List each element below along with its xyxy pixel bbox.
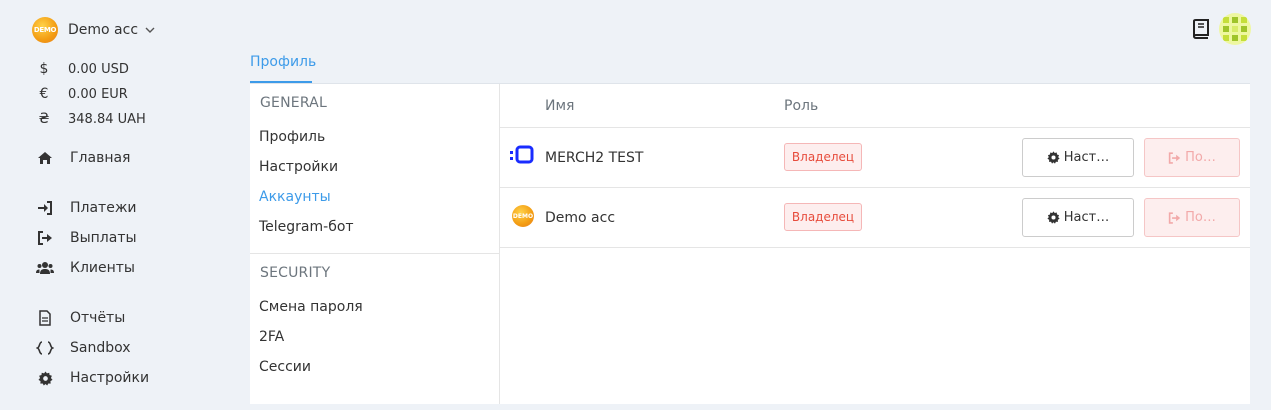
sign-in-icon bbox=[36, 200, 54, 216]
sign-out-icon bbox=[1168, 151, 1181, 164]
nav-item-sandbox[interactable]: Sandbox bbox=[36, 340, 131, 356]
users-icon bbox=[36, 260, 54, 276]
chevron-down-icon bbox=[144, 24, 156, 36]
settings-item-telegram-bot[interactable]: Telegram-бот bbox=[259, 219, 354, 235]
home-icon bbox=[36, 150, 54, 166]
role-badge: Владелец bbox=[784, 203, 862, 231]
avatar[interactable] bbox=[1219, 13, 1251, 45]
section-divider bbox=[250, 253, 499, 254]
role-badge: Владелец bbox=[784, 143, 862, 171]
account-settings-button[interactable]: Наст… bbox=[1022, 138, 1134, 177]
hryvnia-icon: ₴ bbox=[38, 111, 50, 127]
settings-item-settings[interactable]: Настройки bbox=[259, 159, 338, 175]
section-header-security: SECURITY bbox=[260, 265, 331, 281]
balance-value: 0.00 USD bbox=[68, 61, 129, 77]
account-settings-button[interactable]: Наст… bbox=[1022, 198, 1134, 237]
nav-item-reports[interactable]: Отчёты bbox=[36, 310, 125, 326]
button-label: Наст… bbox=[1063, 210, 1110, 225]
settings-menu: GENERAL Профиль Настройки Аккаунты Teleg… bbox=[250, 84, 500, 404]
file-icon bbox=[36, 310, 54, 326]
account-switcher[interactable]: DEMO Demo acc bbox=[32, 16, 156, 44]
account-logo: DEMO bbox=[512, 205, 534, 227]
gear-icon bbox=[1047, 211, 1060, 224]
gear-icon bbox=[36, 370, 54, 386]
row-divider bbox=[500, 247, 1250, 248]
nav-item-clients[interactable]: Клиенты bbox=[36, 260, 135, 276]
balance-usd: $ 0.00 USD bbox=[38, 61, 129, 77]
settings-item-accounts[interactable]: Аккаунты bbox=[259, 189, 331, 205]
balance-value: 0.00 EUR bbox=[68, 86, 128, 102]
header-divider bbox=[500, 127, 1250, 128]
account-leave-button[interactable]: По… bbox=[1144, 198, 1240, 237]
gear-icon bbox=[1047, 151, 1060, 164]
sign-out-icon bbox=[36, 230, 54, 246]
account-name-cell: MERCH2 TEST bbox=[545, 150, 644, 166]
tab-profile[interactable]: Профиль bbox=[250, 54, 316, 70]
balance-value: 348.84 UAH bbox=[68, 111, 146, 127]
euro-icon: € bbox=[39, 86, 49, 102]
accounts-table: Имя Роль MERCH2 TEST Владелец Наст… По… … bbox=[500, 84, 1250, 404]
nav-item-payouts[interactable]: Выплаты bbox=[36, 230, 137, 246]
settings-item-change-password[interactable]: Смена пароля bbox=[259, 299, 363, 315]
nav-item-home[interactable]: Главная bbox=[36, 150, 130, 166]
book-icon[interactable] bbox=[1192, 19, 1210, 39]
row-divider bbox=[500, 187, 1250, 188]
nav-item-settings[interactable]: Настройки bbox=[36, 370, 149, 386]
nav-item-payments[interactable]: Платежи bbox=[36, 200, 137, 216]
balance-uah: ₴ 348.84 UAH bbox=[38, 111, 146, 127]
column-header-name: Имя bbox=[545, 98, 575, 114]
account-leave-button[interactable]: По… bbox=[1144, 138, 1240, 177]
settings-item-2fa[interactable]: 2FA bbox=[259, 329, 284, 345]
merch-logo-icon bbox=[510, 145, 534, 165]
section-header-general: GENERAL bbox=[260, 95, 327, 111]
account-name: Demo acc bbox=[68, 22, 139, 38]
sign-out-icon bbox=[1168, 211, 1181, 224]
account-logo: DEMO bbox=[32, 17, 58, 43]
column-header-role: Роль bbox=[784, 98, 819, 114]
button-label: Наст… bbox=[1063, 150, 1110, 165]
balance-eur: € 0.00 EUR bbox=[38, 86, 128, 102]
settings-item-profile[interactable]: Профиль bbox=[259, 129, 325, 145]
dollar-icon: $ bbox=[39, 61, 49, 77]
braces-icon bbox=[36, 340, 54, 356]
button-label: По… bbox=[1185, 150, 1216, 165]
account-name-cell: Demo acc bbox=[545, 210, 616, 226]
button-label: По… bbox=[1185, 210, 1216, 225]
settings-item-sessions[interactable]: Сессии bbox=[259, 359, 311, 375]
